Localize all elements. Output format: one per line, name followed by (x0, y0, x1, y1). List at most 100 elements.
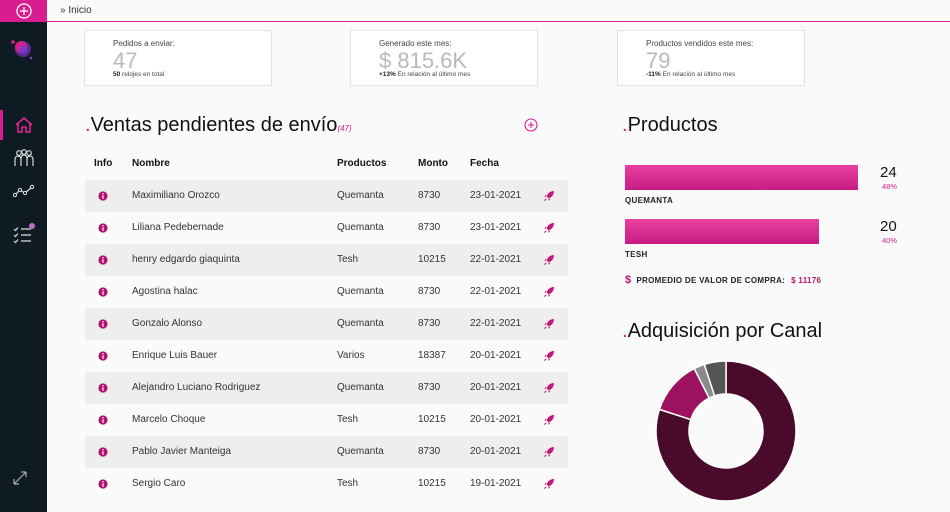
table-row: Alejandro Luciano Rodriguez Quemanta 8730 2… (85, 372, 568, 404)
col-fecha: Fecha (470, 158, 499, 169)
nav-stats[interactable] (0, 176, 47, 206)
rocket-icon[interactable] (543, 350, 555, 362)
info-icon[interactable] (98, 383, 108, 393)
cell-fecha: 22-01-2021 (470, 286, 522, 297)
cell-producto: Tesh (337, 254, 359, 265)
logo (11, 40, 33, 60)
col-nombre: Nombre (132, 158, 170, 169)
table-row: Pablo Javier Manteiga Quemanta 8730 20-01-2… (85, 436, 568, 468)
cell-nombre: Alejandro Luciano Rodriguez (132, 382, 261, 393)
info-icon[interactable] (98, 479, 108, 489)
cell-monto: 8730 (418, 190, 441, 201)
stat-label: Pedidos a enviar: (113, 39, 175, 48)
users-icon (13, 149, 34, 166)
nav-tasks[interactable] (0, 218, 47, 248)
trend-icon (12, 184, 34, 198)
home-icon (14, 116, 33, 133)
cell-monto: 18387 (418, 350, 446, 361)
product-name: TESH (625, 250, 648, 259)
rocket-icon[interactable] (543, 382, 555, 394)
list-check-icon (13, 223, 35, 244)
table-row: Agostina halac Quemanta 8730 22-01-2021 (85, 276, 568, 308)
cell-producto: Varios (337, 350, 365, 361)
table-row: henry edgardo giaquinta Tesh 10215 22-01-20… (85, 244, 568, 276)
rocket-icon[interactable] (543, 446, 555, 458)
expand-button[interactable] (10, 468, 30, 493)
stat-sub: -11% En relación al último mes (646, 71, 736, 78)
cell-monto: 8730 (418, 446, 441, 457)
new-button[interactable] (0, 0, 47, 22)
info-icon[interactable] (98, 191, 108, 201)
stat-sub: 50 relojes en total (113, 71, 165, 78)
cell-monto: 8730 (418, 286, 441, 297)
cell-nombre: Gonzalo Alonso (132, 318, 203, 329)
cell-nombre: Enrique Luis Bauer (132, 350, 218, 361)
nav-clients[interactable] (0, 143, 47, 173)
cell-producto: Quemanta (337, 222, 384, 233)
rocket-icon[interactable] (543, 222, 555, 234)
rocket-icon[interactable] (543, 286, 555, 298)
product-name: QUEMANTA (625, 196, 674, 205)
cell-nombre: Agostina halac (132, 286, 198, 297)
cell-nombre: Pablo Javier Manteiga (132, 446, 231, 457)
cell-fecha: 22-01-2021 (470, 318, 522, 329)
cell-fecha: 20-01-2021 (470, 350, 522, 361)
cell-nombre: Liliana Pedebernade (132, 222, 224, 233)
adquisicion-title: .Adquisición por Canal (622, 320, 823, 342)
top-bar: » Inicio (47, 0, 950, 22)
stat-label: Productos vendidos este mes: (646, 39, 754, 48)
cell-monto: 8730 (418, 318, 441, 329)
rocket-icon[interactable] (543, 318, 555, 330)
expand-icon (13, 471, 27, 485)
info-icon[interactable] (98, 287, 108, 297)
cell-nombre: Sergio Caro (132, 478, 186, 489)
info-icon[interactable] (98, 415, 108, 425)
rocket-icon[interactable] (543, 478, 555, 490)
ventas-title: .Ventas pendientes de envío(47) (85, 114, 352, 136)
cell-fecha: 20-01-2021 (470, 382, 522, 393)
cell-fecha: 20-01-2021 (470, 446, 522, 457)
col-productos: Productos (337, 158, 387, 169)
cell-producto: Quemanta (337, 382, 384, 393)
table-row: Liliana Pedebernade Quemanta 8730 23-01-202… (85, 212, 568, 244)
breadcrumb[interactable]: » Inicio (60, 5, 92, 16)
info-icon[interactable] (98, 447, 108, 457)
cell-nombre: Maximiliano Orozco (132, 190, 220, 201)
cell-monto: 8730 (418, 382, 441, 393)
avg-purchase: $ PROMEDIO DE VALOR DE COMPRA: $ 11176 (625, 274, 822, 286)
dollar-icon: $ (625, 274, 632, 286)
cell-nombre: Marcelo Choque (132, 414, 206, 425)
info-icon[interactable] (98, 255, 108, 265)
stat-card-vendidos: Productos vendidos este mes: 79 -11% En … (617, 30, 805, 86)
table-row: Gonzalo Alonso Quemanta 8730 22-01-2021 (85, 308, 568, 340)
cell-fecha: 23-01-2021 (470, 222, 522, 233)
cell-nombre: henry edgardo giaquinta (132, 254, 240, 265)
product-bar (625, 165, 858, 190)
info-icon[interactable] (98, 223, 108, 233)
cell-fecha: 19-01-2021 (470, 478, 522, 489)
col-monto: Monto (418, 158, 448, 169)
cell-fecha: 20-01-2021 (470, 414, 522, 425)
table-row: Enrique Luis Bauer Varios 18387 20-01-2021 (85, 340, 568, 372)
sidebar (0, 0, 47, 512)
cell-producto: Quemanta (337, 446, 384, 457)
cell-producto: Tesh (337, 478, 359, 489)
info-icon[interactable] (98, 319, 108, 329)
rocket-icon[interactable] (543, 190, 555, 202)
nav-home[interactable] (0, 110, 47, 140)
table-row: Marcelo Choque Tesh 10215 20-01-2021 (85, 404, 568, 436)
cell-producto: Quemanta (337, 190, 384, 201)
info-icon[interactable] (98, 351, 108, 361)
ventas-count: (47) (337, 124, 352, 133)
stat-card-pedidos: Pedidos a enviar: 47 50 relojes en total (84, 30, 272, 86)
cell-fecha: 23-01-2021 (470, 190, 522, 201)
rocket-icon[interactable] (543, 414, 555, 426)
stat-card-generado: Generado este mes: $ 815.6K +13% En rela… (350, 30, 538, 86)
product-count: 20 (880, 218, 897, 235)
productos-title: .Productos (622, 114, 718, 136)
ventas-table: Info Nombre Productos Monto Fecha Maximi… (85, 148, 568, 500)
add-venta-button[interactable] (524, 118, 538, 137)
cell-producto: Tesh (337, 414, 359, 425)
rocket-icon[interactable] (543, 254, 555, 266)
cell-monto: 10215 (418, 254, 446, 265)
